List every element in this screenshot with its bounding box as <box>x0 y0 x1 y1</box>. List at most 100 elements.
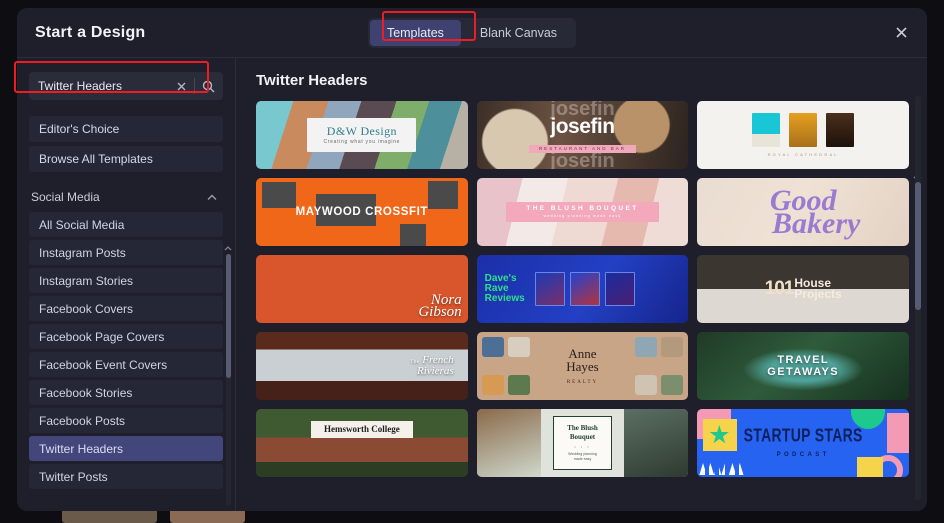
sidebar-scroll-up-button[interactable] <box>223 243 233 253</box>
sidebar-item-twitter-headers[interactable]: Twitter Headers <box>29 436 223 461</box>
template-subtitle: ROYAL CATHEDRAL <box>767 151 839 157</box>
decor-shape <box>857 457 883 477</box>
photo-tile <box>661 337 684 357</box>
sidebar-item-editors-choice[interactable]: Editor's Choice <box>29 116 223 142</box>
sidebar-item-twitter-posts[interactable]: Twitter Posts <box>29 464 223 489</box>
sidebar-item-facebook-covers[interactable]: Facebook Covers <box>29 296 223 321</box>
template-label: D&W Design Creating what you imagine <box>307 117 417 153</box>
template-title: TRAVEL GETAWAYS <box>767 353 840 378</box>
sidebar-item-instagram-stories[interactable]: Instagram Stories <box>29 268 223 293</box>
sidebar-item-browse-all-templates[interactable]: Browse All Templates <box>29 146 223 172</box>
sidebar-scrollbar-track[interactable] <box>226 254 231 506</box>
template-card-the-french-rivieras[interactable]: The French Rivieras <box>256 332 468 400</box>
clear-icon <box>177 82 185 90</box>
template-label: josefin RESTAURANT AND BAR <box>528 114 637 155</box>
template-thumbnail: Anne Hayes REALTY <box>476 332 689 400</box>
template-card-the-blush-bouquet[interactable]: THE BLUSH BOUQUET wedding planning made … <box>476 178 689 246</box>
sidebar-item-facebook-posts[interactable]: Facebook Posts <box>29 408 223 433</box>
photo-tile <box>262 182 296 208</box>
photo-strip <box>534 272 635 306</box>
template-subtitle: Bakery <box>772 207 861 240</box>
photo-tile <box>635 375 658 395</box>
template-card-101-house-projects[interactable]: 101 House Projects <box>697 255 909 323</box>
template-title: Dave's Rave Reviews <box>484 273 525 304</box>
template-card-hemsworth-college[interactable]: Hemsworth College <box>256 409 468 477</box>
decor-shape <box>699 463 744 475</box>
sidebar-item-label: Instagram Posts <box>39 245 126 260</box>
dialog-title: Start a Design <box>35 23 146 41</box>
template-subtitle: Wedding planning made easy <box>568 452 597 461</box>
sidebar-item-label: Twitter Headers <box>39 441 124 456</box>
photo-tile <box>481 337 504 357</box>
template-card-josefin[interactable]: josefin josefin josefin RESTAURANT AND B… <box>476 101 689 169</box>
sidebar-item-facebook-stories[interactable]: Facebook Stories <box>29 380 223 405</box>
template-card-good-bakery[interactable]: Good Bakery <box>697 178 909 246</box>
sidebar-scroll-down-button[interactable] <box>223 508 233 511</box>
template-title: Anne Hayes <box>566 345 599 374</box>
search-box[interactable]: Twitter Headers <box>29 72 223 100</box>
template-card-anne-hayes-realty[interactable]: Anne Hayes REALTY <box>476 332 689 400</box>
template-thumbnail: 101 House Projects <box>697 255 909 323</box>
dialog-body: Twitter Headers Editor's Choice Browse A… <box>17 58 927 511</box>
sidebar-group-label: Social Media <box>31 190 100 204</box>
photo-tile <box>635 337 658 357</box>
template-label: Anne Hayes REALTY <box>566 347 599 385</box>
sidebar-item-facebook-page-covers[interactable]: Facebook Page Covers <box>29 324 223 349</box>
template-label: ROYAL CATHEDRAL <box>752 112 855 157</box>
sidebar: Twitter Headers Editor's Choice Browse A… <box>17 58 236 511</box>
photo-tile <box>507 375 530 395</box>
template-title: josefin <box>550 114 615 138</box>
template-thumbnail: Dave's Rave Reviews <box>476 255 689 323</box>
template-card-royal-cathedral[interactable]: ROYAL CATHEDRAL <box>697 101 909 169</box>
sidebar-item-label: All Social Media <box>39 217 125 232</box>
close-icon <box>895 27 907 38</box>
template-thumbnail: The Blush Bouquet • • • Wedding planning m… <box>476 409 689 477</box>
template-thumbnail: Good Bakery <box>697 178 909 246</box>
template-card-daves-rave-reviews[interactable]: Dave's Rave Reviews <box>476 255 689 323</box>
search-divider <box>194 78 195 94</box>
template-thumbnail: Nora Gibson <box>256 255 468 323</box>
results-scrollbar-track[interactable] <box>915 96 921 500</box>
template-thumbnail: TRAVEL GETAWAYS <box>697 332 909 400</box>
template-title: THE BLUSH BOUQUET <box>526 204 639 212</box>
chevron-up-icon <box>207 194 217 200</box>
template-thumbnail: THE BLUSH BOUQUET wedding planning made … <box>476 178 689 246</box>
template-card-travel-getaways[interactable]: TRAVEL GETAWAYS <box>697 332 909 400</box>
tab-templates[interactable]: Templates <box>369 19 461 46</box>
photo-tile <box>624 409 689 477</box>
tab-blank-canvas[interactable]: Blank Canvas <box>463 20 574 46</box>
template-card-nora-gibson[interactable]: Nora Gibson <box>256 255 468 323</box>
sidebar-item-all-social-media[interactable]: All Social Media <box>29 212 223 237</box>
template-thumbnail: The French Rivieras <box>256 332 468 400</box>
divider-ornament: • • • <box>574 443 591 449</box>
template-thumbnail: Hemsworth College <box>256 409 468 477</box>
template-card-dw-design[interactable]: D&W Design Creating what you imagine <box>256 101 468 169</box>
sidebar-item-facebook-event-covers[interactable]: Facebook Event Covers <box>29 352 223 377</box>
template-card-blush-bouquet-invite[interactable]: The Blush Bouquet • • • Wedding planning m… <box>476 409 689 477</box>
search-input[interactable]: Twitter Headers <box>38 79 170 93</box>
template-card-startup-stars-podcast[interactable]: STARTUP STARS PODCAST <box>697 409 909 477</box>
search-icon <box>202 80 214 92</box>
sidebar-scrollbar-thumb[interactable] <box>226 254 231 378</box>
template-thumbnail: D&W Design Creating what you imagine <box>256 101 468 169</box>
view-tabs: Templates Blank Canvas <box>367 17 577 48</box>
sidebar-item-instagram-posts[interactable]: Instagram Posts <box>29 240 223 265</box>
photo-tile <box>789 112 818 147</box>
template-card-maywood-crossfit[interactable]: MAYWOOD CROSSFIT <box>256 178 468 246</box>
close-button[interactable] <box>889 21 913 45</box>
template-subtitle: REALTY <box>566 379 599 385</box>
template-title: STARTUP STARS <box>743 424 863 446</box>
search-button[interactable] <box>197 75 219 97</box>
template-subtitle: PODCAST <box>776 451 830 458</box>
template-label: 101 House Projects <box>765 277 842 301</box>
sidebar-group-social-media[interactable]: Social Media <box>29 190 223 204</box>
results-scrollbar-thumb[interactable] <box>915 182 921 310</box>
photo-tile <box>604 272 635 306</box>
template-label: The Blush Bouquet • • • Wedding planning m… <box>553 416 612 470</box>
template-subtitle: wedding planning made easy <box>543 213 622 218</box>
template-subtitle: Gibson <box>418 304 462 321</box>
sidebar-item-label: Facebook Event Covers <box>39 357 168 372</box>
photo-tile <box>534 272 565 306</box>
clear-search-button[interactable] <box>170 75 192 97</box>
template-label: Nora Gibson <box>418 292 462 321</box>
